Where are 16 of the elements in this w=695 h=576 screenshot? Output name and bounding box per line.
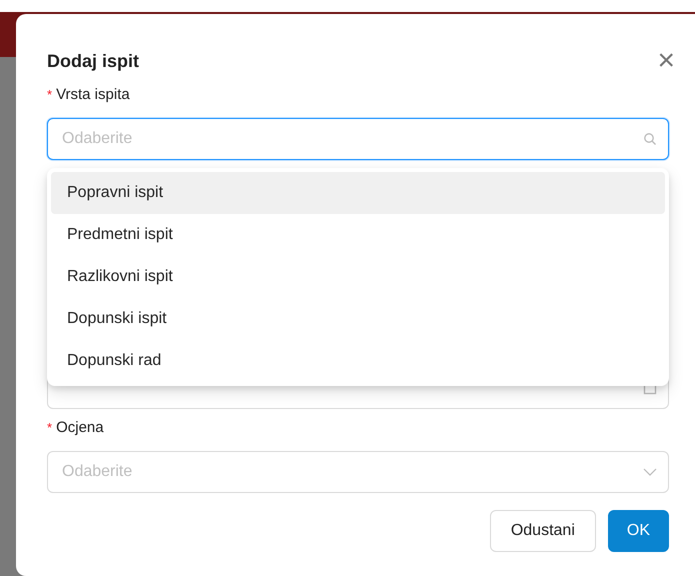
dropdown-option[interactable]: Dopunski ispit [51, 298, 665, 340]
dialog-title: Dodaj ispit [47, 50, 140, 73]
dropdown-option[interactable]: Dopunski rad [51, 340, 665, 382]
required-mark: * [47, 86, 52, 104]
search-select-field[interactable]: Odaberite [47, 118, 669, 160]
dropdown-option[interactable]: Razlikovni ispit [51, 256, 665, 298]
field-label: Ocjena [56, 418, 104, 438]
cancel-button[interactable]: Odustani [490, 510, 596, 552]
field-label: Vrsta ispita [56, 85, 130, 105]
required-mark: * [47, 419, 52, 437]
select-field[interactable]: Odaberite [47, 451, 669, 493]
dropdown-option[interactable]: Predmetni ispit [51, 214, 665, 256]
search-icon [643, 132, 657, 146]
close-button[interactable]: × [655, 46, 677, 76]
dropdown-option[interactable]: Popravni ispit [51, 172, 665, 214]
ok-button[interactable]: OK [608, 510, 669, 552]
